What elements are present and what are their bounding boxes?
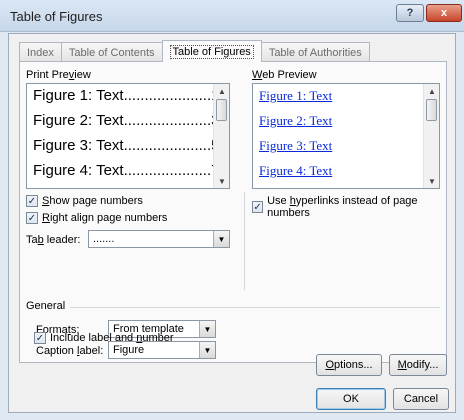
title-bar: Table of Figures ? x [0, 0, 464, 32]
chevron-down-icon[interactable]: ▼ [199, 342, 215, 358]
print-preview-line: Figure 3: Text.....................5 [33, 137, 220, 154]
general-divider [70, 307, 440, 308]
web-preview-scrollbar[interactable]: ▲ ▼ [423, 84, 439, 188]
print-preview-line: Figure 2: Text.....................3 [33, 112, 220, 129]
tab-panel: Print Preview Figure 1: Text............… [19, 61, 447, 363]
scroll-down-icon[interactable]: ▼ [214, 174, 229, 188]
tab-leader-label: Tab leader: [26, 234, 81, 246]
scroll-thumb[interactable] [216, 99, 227, 121]
checkmark-icon: ✓ [26, 212, 38, 224]
tab-table-of-contents[interactable]: Table of Contents [60, 42, 163, 62]
options-button[interactable]: Options... [316, 354, 382, 376]
tab-table-of-authorities[interactable]: Table of Authorities [260, 42, 370, 62]
tab-label: Index [27, 46, 54, 59]
include-label-checkbox[interactable]: ✓ Include label and number [34, 332, 174, 344]
print-preview-box: Figure 1: Text.....................1 Fig… [26, 83, 230, 189]
print-preview-scrollbar[interactable]: ▲ ▼ [213, 84, 229, 188]
tab-leader-select[interactable]: ....... ▼ [88, 230, 230, 248]
checkbox-label: Right align page numbers [42, 212, 168, 224]
print-preview-line: Figure 4: Text.....................7 [33, 162, 220, 179]
web-preview-link[interactable]: Figure 1: Text [259, 88, 332, 104]
checkmark-icon: ✓ [26, 195, 38, 207]
web-preview-box: Figure 1: Text Figure 2: Text Figure 3: … [252, 83, 440, 189]
general-label: General [26, 300, 66, 312]
help-button[interactable]: ? [396, 4, 424, 22]
show-page-numbers-checkbox[interactable]: ✓ Show page numbers [26, 195, 143, 207]
scroll-up-icon[interactable]: ▲ [214, 84, 229, 98]
web-preview-link[interactable]: Figure 4: Text [259, 163, 332, 179]
chevron-down-icon[interactable]: ▼ [199, 321, 215, 337]
modify-button[interactable]: Modify... [389, 354, 447, 376]
web-preview-label: Web Preview [252, 69, 317, 81]
use-hyperlinks-checkbox[interactable]: ✓ Use hyperlinks instead of page numbers [252, 195, 446, 219]
scroll-thumb[interactable] [426, 99, 437, 121]
ok-button[interactable]: OK [316, 388, 386, 410]
tab-label: Table of Figures [169, 44, 254, 59]
checkbox-label: Use hyperlinks instead of page numbers [267, 195, 418, 219]
window-title: Table of Figures [10, 9, 103, 24]
tab-label: Table of Contents [68, 46, 155, 59]
close-button[interactable]: x [426, 4, 462, 22]
tab-leader-value: ....... [93, 233, 115, 245]
web-preview-link[interactable]: Figure 2: Text [259, 113, 332, 129]
scroll-down-icon[interactable]: ▼ [424, 174, 439, 188]
web-preview-link[interactable]: Figure 3: Text [259, 138, 332, 154]
tab-index[interactable]: Index [19, 42, 62, 62]
checkmark-icon: ✓ [34, 332, 46, 344]
checkbox-label: Show page numbers [42, 195, 143, 207]
checkbox-label: Include label and number [50, 332, 174, 344]
scroll-up-icon[interactable]: ▲ [424, 84, 439, 98]
print-preview-label: Print Preview [26, 69, 91, 81]
caption-label: Caption label: [36, 345, 104, 357]
tab-strip: Index Table of Contents Table of Figures… [19, 40, 370, 62]
right-align-checkbox[interactable]: ✓ Right align page numbers [26, 212, 167, 224]
chevron-down-icon[interactable]: ▼ [213, 231, 229, 247]
print-preview-line: Figure 1: Text.....................1 [33, 87, 220, 104]
checkmark-icon: ✓ [252, 201, 264, 213]
caption-value: Figure [113, 344, 145, 356]
cancel-button[interactable]: Cancel [393, 388, 449, 410]
tab-table-of-figures[interactable]: Table of Figures [161, 40, 262, 62]
vertical-divider [244, 192, 245, 290]
tab-label: Table of Authorities [268, 46, 362, 59]
